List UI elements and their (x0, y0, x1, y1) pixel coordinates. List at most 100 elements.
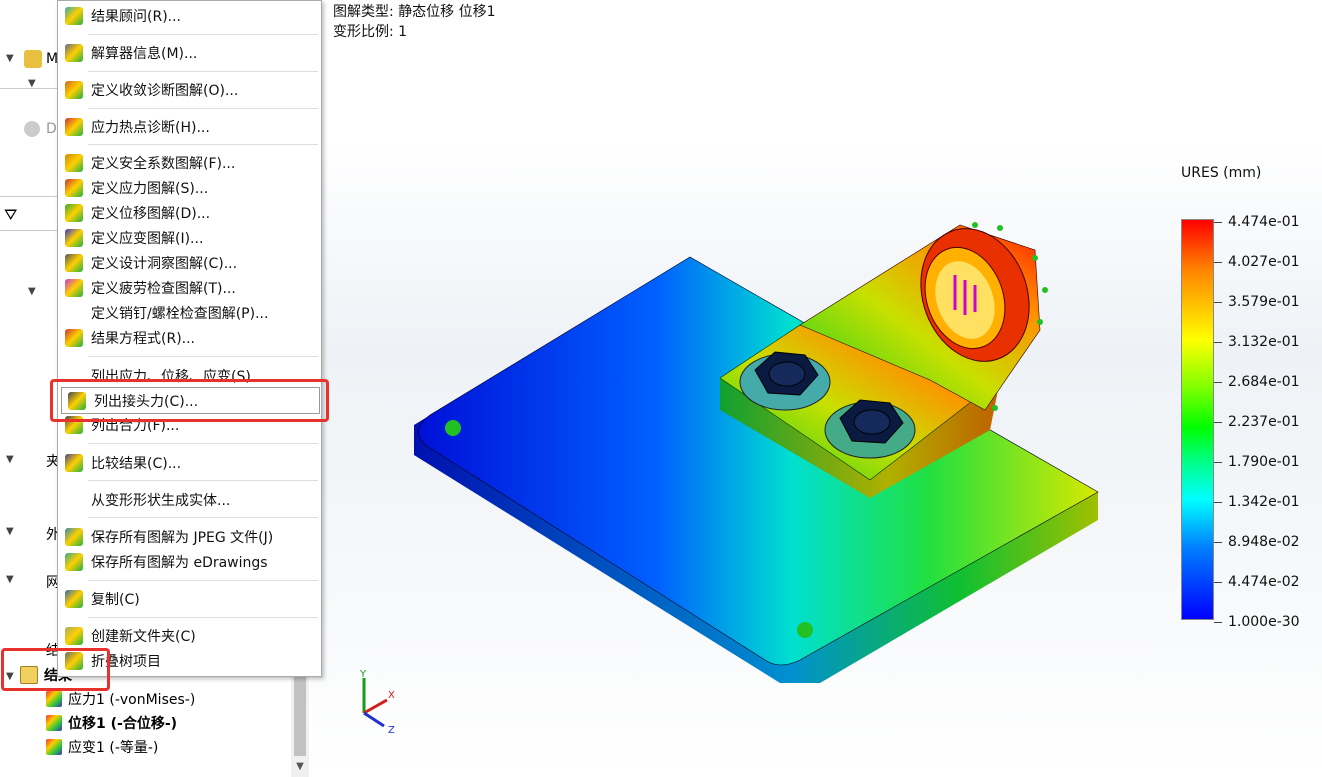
stress-result-icon (46, 691, 62, 707)
menu-item[interactable]: 应力热点诊断(H)... (59, 114, 320, 139)
legend-tick (1214, 622, 1222, 623)
axis-triad: Y X Z (359, 669, 395, 736)
legend-value-label: 1.790e-01 (1228, 454, 1300, 470)
new-folder-icon (65, 627, 83, 645)
edrawings-icon (65, 553, 83, 571)
highlight-box-results (1, 648, 110, 691)
fos-plot-icon (65, 154, 83, 172)
expand-arrow-icon[interactable]: ▼ (28, 286, 36, 297)
menu-item[interactable]: 定义位移图解(D)... (59, 200, 320, 225)
stress-plot-icon (65, 179, 83, 197)
copy-icon (65, 590, 83, 608)
menu-item[interactable]: 结果顾问(R)... (59, 3, 320, 28)
tree-item-label: 应力1 (-vonMises-) (68, 692, 196, 708)
menu-item[interactable]: 创建新文件夹(C) (59, 623, 320, 648)
part-icon (24, 50, 42, 68)
displacement-plot-icon (65, 204, 83, 222)
convergence-icon (65, 81, 83, 99)
menu-item[interactable]: 结果方程式(R)... (59, 325, 320, 350)
tree-item-label: 位移1 (-合位移-) (68, 716, 178, 732)
plot-type-label: 图解类型: 静态位移 位移1 (333, 4, 496, 20)
legend-tick (1214, 462, 1222, 463)
highlight-box-menu (50, 379, 329, 422)
legend-tick (1214, 262, 1222, 263)
legend-value-label: 8.948e-02 (1228, 534, 1300, 550)
menu-item-label: 定义应变图解(I)... (91, 230, 204, 247)
compare-icon (65, 454, 83, 472)
expand-arrow-icon[interactable]: ▼ (6, 454, 14, 465)
menu-item[interactable]: 定义设计洞察图解(C)... (59, 250, 320, 275)
menu-separator (88, 517, 318, 518)
result-equation-icon (65, 329, 83, 347)
tree-item-label: 应变1 (-等量-) (68, 740, 159, 756)
triad-x-label: X (388, 690, 395, 701)
menu-item-label: 结果方程式(R)... (91, 330, 196, 347)
menu-item-label: 保存所有图解为 JPEG 文件(J) (91, 529, 274, 546)
legend-title: URES (mm) (1181, 165, 1262, 181)
menu-item[interactable]: 定义安全系数图解(F)... (59, 150, 320, 175)
legend-value-label: 3.132e-01 (1228, 334, 1300, 350)
fea-model (414, 222, 1099, 683)
tree-item-strain1[interactable]: 应变1 (-等量-) (46, 736, 158, 758)
legend-tick (1214, 422, 1222, 423)
menu-item-label: 比较结果(C)... (91, 455, 182, 472)
legend-tick (1214, 342, 1222, 343)
menu-item-label: 定义销钉/螺栓检查图解(P)... (91, 305, 269, 322)
menu-item-label: 解算器信息(M)... (91, 45, 198, 62)
legend-tick (1214, 382, 1222, 383)
expand-arrow-icon[interactable]: ▼ (6, 53, 14, 64)
menu-item-label: 创建新文件夹(C) (91, 628, 196, 645)
fatigue-icon (65, 279, 83, 297)
menu-item-label: 定义疲劳检查图解(T)... (91, 280, 236, 297)
menu-item[interactable]: 解算器信息(M)... (59, 40, 320, 65)
menu-item[interactable]: 定义应变图解(I)... (59, 225, 320, 250)
menu-separator (88, 580, 318, 581)
legend-value-label: 4.474e-01 (1228, 214, 1300, 230)
displacement-result-icon (46, 715, 62, 731)
menu-item[interactable]: 比较结果(C)... (59, 450, 320, 475)
menu-separator (88, 34, 318, 35)
strain-plot-icon (65, 229, 83, 247)
legend-value-label: 2.684e-01 (1228, 374, 1300, 390)
menu-separator (88, 71, 318, 72)
menu-item-label: 复制(C) (91, 591, 140, 608)
tree-item-stress1[interactable]: 应力1 (-vonMises-) (46, 688, 195, 710)
menu-item-label: 定义安全系数图解(F)... (91, 155, 236, 172)
menu-item-label: 从变形形状生成实体... (91, 492, 231, 509)
legend-color-bar (1181, 219, 1214, 620)
menu-separator (88, 356, 318, 357)
menu-item-label: 应力热点诊断(H)... (91, 119, 210, 136)
solver-info-icon (65, 44, 83, 62)
menu-item[interactable]: 定义应力图解(S)... (59, 175, 320, 200)
menu-item[interactable]: 定义收敛诊断图解(O)... (59, 77, 320, 102)
scroll-down-icon[interactable]: ▼ (291, 758, 309, 776)
menu-item[interactable]: 从变形形状生成实体... (59, 487, 320, 512)
legend-value-label: 1.000e-30 (1228, 614, 1300, 630)
menu-item-label: 定义收敛诊断图解(O)... (91, 82, 239, 99)
tree-scrollbar-thumb[interactable] (294, 668, 306, 756)
legend-tick (1214, 222, 1222, 223)
hotspot-icon (65, 118, 83, 136)
filter-icon[interactable]: ⛛ (4, 205, 17, 225)
tree-item-displacement1[interactable]: 位移1 (-合位移-) (46, 712, 177, 734)
menu-item[interactable]: 保存所有图解为 JPEG 文件(J) (59, 524, 320, 549)
menu-separator (88, 443, 318, 444)
menu-item-label: 结果顾问(R)... (91, 8, 182, 25)
strain-result-icon (46, 739, 62, 755)
menu-item-label: 保存所有图解为 eDrawings (91, 554, 268, 571)
legend-tick (1214, 302, 1222, 303)
legend-tick (1214, 582, 1222, 583)
menu-item[interactable]: 定义销钉/螺栓检查图解(P)... (59, 300, 320, 325)
menu-item[interactable]: 保存所有图解为 eDrawings (59, 549, 320, 574)
menu-item[interactable]: 定义疲劳检查图解(T)... (59, 275, 320, 300)
menu-separator (88, 617, 318, 618)
graphics-viewport[interactable] (311, 0, 1322, 777)
design-insight-icon (65, 254, 83, 272)
legend-value-label: 1.342e-01 (1228, 494, 1300, 510)
expand-arrow-icon[interactable]: ▼ (6, 574, 14, 585)
menu-item[interactable]: 复制(C) (59, 586, 320, 611)
legend-tick (1214, 502, 1222, 503)
menu-separator (88, 108, 318, 109)
expand-arrow-icon[interactable]: ▼ (6, 526, 14, 537)
deform-scale-label: 变形比例: 1 (333, 24, 408, 40)
